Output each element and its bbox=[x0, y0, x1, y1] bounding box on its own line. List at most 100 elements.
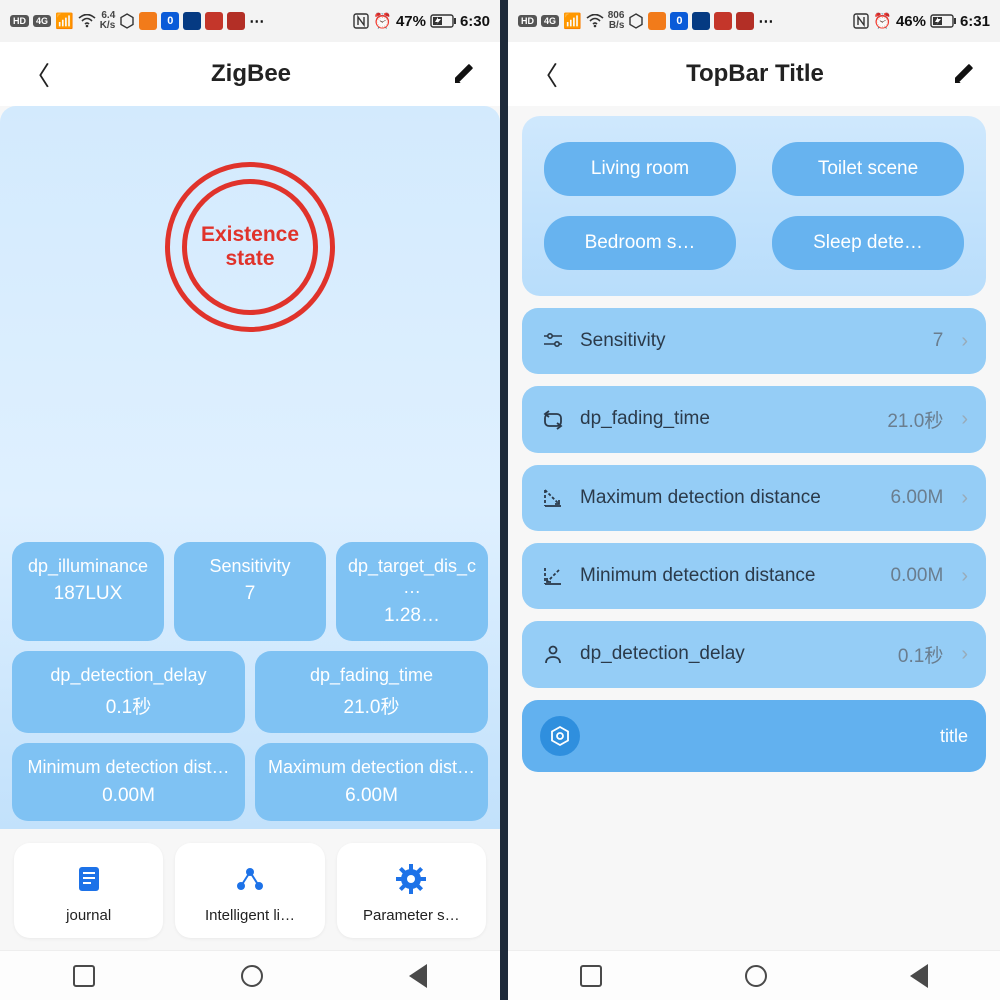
sliders-icon bbox=[540, 328, 566, 354]
app-icon-3 bbox=[183, 12, 201, 30]
alarm-icon: ⏰ bbox=[373, 12, 392, 30]
setting-value: 7 bbox=[933, 330, 944, 352]
back-button[interactable]: 〈 bbox=[24, 56, 50, 93]
hex-icon bbox=[628, 13, 644, 29]
signal-icon: 📶 bbox=[55, 12, 74, 30]
action-intelligent-linkage[interactable]: Intelligent li… bbox=[175, 843, 324, 938]
battery-text: 47% bbox=[396, 13, 426, 30]
app-header: 〈 ZigBee bbox=[0, 42, 500, 106]
android-navbar bbox=[508, 950, 1000, 1000]
setting-fading-time[interactable]: dp_fading_time 21.0秒 › bbox=[522, 386, 986, 453]
gear-icon bbox=[393, 861, 429, 897]
nav-back-button[interactable] bbox=[409, 964, 427, 988]
setting-value: 0.1秒 bbox=[898, 641, 943, 668]
nav-home-button[interactable] bbox=[241, 965, 263, 987]
more-icon: ⋯ bbox=[249, 12, 264, 30]
person-icon bbox=[540, 642, 566, 668]
nav-recent-button[interactable] bbox=[73, 965, 95, 987]
chevron-right-icon: › bbox=[961, 487, 968, 510]
battery-icon bbox=[930, 14, 956, 28]
wifi-icon bbox=[586, 14, 604, 28]
app-header: 〈 TopBar Title bbox=[508, 42, 1000, 106]
setting-label: Sensitivity bbox=[580, 330, 919, 353]
back-button[interactable]: 〈 bbox=[532, 56, 558, 93]
hd-badge: HD bbox=[10, 15, 29, 27]
scene-living-room[interactable]: Living room bbox=[544, 142, 736, 196]
extra-title-row[interactable]: title bbox=[522, 700, 986, 772]
app-icon-1 bbox=[139, 12, 157, 30]
hd-badge: HD bbox=[518, 15, 537, 27]
setting-sensitivity[interactable]: Sensitivity 7 › bbox=[522, 308, 986, 374]
tile-target-distance[interactable]: dp_target_dis_c… 1.28… bbox=[336, 542, 488, 641]
status-bar: HD 4G 📶 806B/s 0 ⋯ ⏰ 46% 6:31 bbox=[508, 0, 1000, 42]
distance-min-icon bbox=[540, 563, 566, 589]
nav-home-button[interactable] bbox=[745, 965, 767, 987]
signal-icon: 📶 bbox=[563, 12, 582, 30]
net-rate: 806B/s bbox=[608, 11, 625, 31]
setting-label: Minimum detection distance bbox=[580, 565, 877, 588]
android-navbar bbox=[0, 950, 500, 1000]
loop-icon bbox=[540, 407, 566, 433]
presence-indicator: Existencestate bbox=[12, 122, 488, 542]
action-parameter-settings[interactable]: Parameter s… bbox=[337, 843, 486, 938]
app-icon-5 bbox=[227, 12, 245, 30]
4g-badge: 4G bbox=[541, 15, 559, 27]
hex-icon bbox=[119, 13, 135, 29]
chevron-right-icon: › bbox=[961, 565, 968, 588]
nav-recent-button[interactable] bbox=[580, 965, 602, 987]
phone-topbar: HD 4G 📶 806B/s 0 ⋯ ⏰ 46% 6:31 〈 TopBar T… bbox=[500, 0, 1000, 1000]
scene-card: Living room Toilet scene Bedroom s… Slee… bbox=[522, 116, 986, 296]
nfc-icon bbox=[853, 13, 869, 29]
battery-icon bbox=[430, 14, 456, 28]
phone-zigbee: HD 4G 📶 6.4K/s 0 ⋯ ⏰ 47% 6:30 〈 ZigBee bbox=[0, 0, 500, 1000]
app-icon-1 bbox=[648, 12, 666, 30]
tile-max-distance[interactable]: Maximum detection dist… 6.00M bbox=[255, 743, 488, 821]
4g-badge: 4G bbox=[33, 15, 51, 27]
journal-icon bbox=[71, 861, 107, 897]
chevron-right-icon: › bbox=[961, 330, 968, 353]
app-icon-3 bbox=[692, 12, 710, 30]
setting-label: dp_detection_delay bbox=[580, 643, 884, 666]
edit-button[interactable] bbox=[452, 62, 476, 86]
chevron-right-icon: › bbox=[961, 643, 968, 666]
scene-sleep-detection[interactable]: Sleep dete… bbox=[772, 216, 964, 270]
battery-text: 46% bbox=[896, 13, 926, 30]
more-icon: ⋯ bbox=[758, 12, 773, 30]
setting-min-distance[interactable]: Minimum detection distance 0.00M › bbox=[522, 543, 986, 609]
tile-fading-time[interactable]: dp_fading_time 21.0秒 bbox=[255, 651, 488, 734]
app-icon-4 bbox=[205, 12, 223, 30]
action-journal[interactable]: journal bbox=[14, 843, 163, 938]
clock-text: 6:31 bbox=[960, 13, 990, 30]
setting-value: 0.00M bbox=[891, 565, 944, 587]
clock-text: 6:30 bbox=[460, 13, 490, 30]
status-bar: HD 4G 📶 6.4K/s 0 ⋯ ⏰ 47% 6:30 bbox=[0, 0, 500, 42]
tile-min-distance[interactable]: Minimum detection dist… 0.00M bbox=[12, 743, 245, 821]
app-icon-4 bbox=[714, 12, 732, 30]
tile-sensitivity[interactable]: Sensitivity 7 bbox=[174, 542, 326, 641]
tile-illuminance[interactable]: dp_illuminance 187LUX bbox=[12, 542, 164, 641]
setting-label: dp_fading_time bbox=[580, 408, 873, 431]
nav-back-button[interactable] bbox=[910, 964, 928, 988]
alarm-icon: ⏰ bbox=[873, 12, 892, 30]
edit-button[interactable] bbox=[952, 62, 976, 86]
setting-label: Maximum detection distance bbox=[580, 487, 877, 510]
nfc-icon bbox=[353, 13, 369, 29]
net-rate: 6.4K/s bbox=[100, 11, 116, 31]
tile-detection-delay[interactable]: dp_detection_delay 0.1秒 bbox=[12, 651, 245, 734]
distance-max-icon bbox=[540, 485, 566, 511]
setting-max-distance[interactable]: Maximum detection distance 6.00M › bbox=[522, 465, 986, 531]
extra-label: title bbox=[940, 726, 968, 747]
scene-bedroom[interactable]: Bedroom s… bbox=[544, 216, 736, 270]
setting-value: 21.0秒 bbox=[887, 406, 943, 433]
setting-value: 6.00M bbox=[891, 487, 944, 509]
chevron-right-icon: › bbox=[961, 408, 968, 431]
wifi-icon bbox=[78, 14, 96, 28]
page-title: ZigBee bbox=[211, 60, 291, 88]
app-icon-5 bbox=[736, 12, 754, 30]
setting-detection-delay[interactable]: dp_detection_delay 0.1秒 › bbox=[522, 621, 986, 688]
linkage-icon bbox=[232, 861, 268, 897]
app-icon-2: 0 bbox=[161, 12, 179, 30]
hex-nut-icon bbox=[540, 716, 580, 756]
scene-toilet[interactable]: Toilet scene bbox=[772, 142, 964, 196]
app-icon-2: 0 bbox=[670, 12, 688, 30]
